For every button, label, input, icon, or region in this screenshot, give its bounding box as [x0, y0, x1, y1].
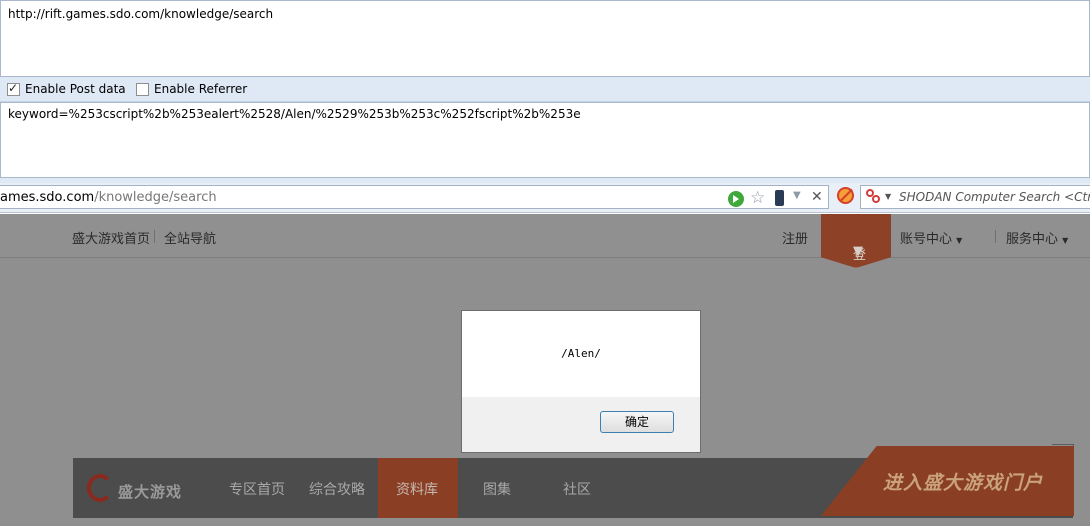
- address-host: ames.sdo.com: [0, 190, 95, 205]
- portal-banner[interactable]: 进入盛大游戏门户: [821, 446, 1074, 516]
- stop-icon[interactable]: ✕: [811, 189, 823, 205]
- noscript-icon[interactable]: [837, 187, 854, 204]
- nav-item-database-label: 资料库: [396, 482, 438, 498]
- web-page: 盛大游戏首页 全站导航 注册 登 录 ▼ 账号中心 ▼ 服务中心 ▼ /Alen…: [0, 214, 1090, 526]
- nav-item-guides[interactable]: 综合攻略: [309, 479, 365, 499]
- address-text: ames.sdo.com/knowledge/search: [0, 190, 217, 205]
- site-nav-link[interactable]: 全站导航: [164, 228, 216, 247]
- enable-referrer-label[interactable]: Enable Referrer: [154, 82, 247, 96]
- sdo-home-link[interactable]: 盛大游戏首页: [72, 228, 150, 247]
- chevron-down-icon: ▼: [853, 244, 863, 259]
- address-path: /knowledge/search: [94, 190, 217, 205]
- nav-item-community[interactable]: 社区: [563, 479, 591, 499]
- game-nav-bar: 盛大游戏 专区首页 综合攻略 资料库 图集 社区 进入盛大游戏门户: [73, 446, 1074, 518]
- service-center-label: 服务中心: [1006, 232, 1059, 247]
- go-icon[interactable]: [728, 191, 744, 207]
- portal-banner-text: 进入盛大游戏门户: [883, 472, 1044, 494]
- enable-referrer-checkbox[interactable]: [136, 83, 149, 96]
- chevron-down-icon: ▼: [956, 236, 963, 245]
- bookmark-star-icon[interactable]: ☆: [750, 188, 765, 208]
- chevron-down-icon: ▼: [1062, 236, 1069, 245]
- nav-item-database[interactable]: 资料库: [378, 458, 458, 518]
- nav-item-zone-home[interactable]: 专区首页: [229, 479, 285, 499]
- browser-nav-bar: ames.sdo.com/knowledge/search ☆ ▼ ✕ ▼ SH…: [0, 183, 1090, 213]
- ok-button[interactable]: 确定: [600, 411, 674, 433]
- register-link[interactable]: 注册: [782, 228, 808, 247]
- search-placeholder: SHODAN Computer Search <Ctrl: [899, 190, 1090, 204]
- service-center-menu[interactable]: 服务中心 ▼: [1006, 228, 1068, 247]
- address-bar[interactable]: ames.sdo.com/knowledge/search ☆ ▼ ✕: [0, 185, 829, 209]
- engine-dropdown-icon[interactable]: ▼: [885, 192, 891, 201]
- search-engine-icon[interactable]: [866, 189, 882, 205]
- nav-item-gallery[interactable]: 图集: [483, 479, 511, 499]
- sdo-logo-icon[interactable]: [87, 474, 113, 502]
- hackbar-post-field[interactable]: keyword=%253cscript%2b%253ealert%2528/Al…: [0, 102, 1090, 178]
- alert-message-pane: /Alen/: [462, 311, 700, 397]
- hackbar-post-text: keyword=%253cscript%2b%253ealert%2528/Al…: [8, 107, 581, 121]
- hackbar-url-text: http://rift.games.sdo.com/knowledge/sear…: [8, 7, 274, 21]
- hackbar-url-field[interactable]: http://rift.games.sdo.com/knowledge/sear…: [0, 0, 1090, 77]
- alert-dialog: /Alen/ 确定: [461, 310, 701, 453]
- site-top-bar: 盛大游戏首页 全站导航 注册 登 录 ▼ 账号中心 ▼ 服务中心 ▼: [0, 214, 1090, 268]
- logo-text[interactable]: 盛大游戏: [118, 481, 182, 502]
- search-box[interactable]: ▼ SHODAN Computer Search <Ctrl: [860, 185, 1090, 209]
- login-button[interactable]: 登 录 ▼: [821, 214, 891, 268]
- link-divider: [154, 230, 155, 243]
- account-center-label: 账号中心: [900, 232, 953, 247]
- link-divider: [995, 230, 996, 243]
- alert-message: /Alen/: [561, 347, 601, 360]
- dropdown-arrow-icon[interactable]: ▼: [793, 190, 801, 201]
- enable-post-checkbox[interactable]: [7, 81, 20, 96]
- mobile-icon[interactable]: [775, 190, 784, 206]
- account-center-menu[interactable]: 账号中心 ▼: [900, 228, 962, 247]
- hackbar-options: Enable Post data Enable Referrer: [0, 77, 1090, 102]
- enable-post-label[interactable]: Enable Post data: [25, 82, 126, 96]
